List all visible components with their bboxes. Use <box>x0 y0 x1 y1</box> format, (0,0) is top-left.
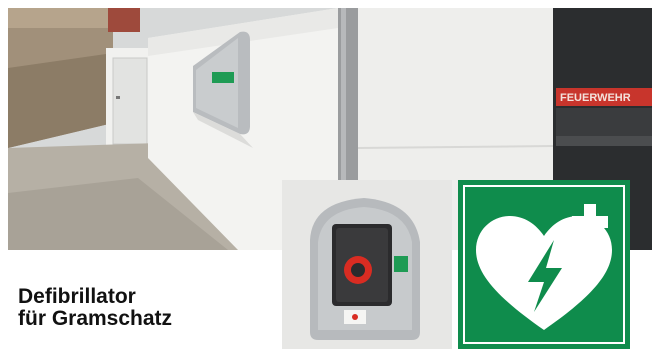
heart-lightning-icon <box>476 204 612 330</box>
headline-line-1: Defibrillator <box>18 285 136 308</box>
aed-cabinet-closeup <box>282 180 452 349</box>
aed-sign <box>458 180 630 349</box>
fire-station-sign: FEUERWEHR <box>560 92 631 104</box>
headline-line-2: für Gramschatz <box>18 307 173 330</box>
headline: Defibrillator für Gramschatz <box>18 286 278 330</box>
aed-cabinet-illustration <box>282 180 452 349</box>
